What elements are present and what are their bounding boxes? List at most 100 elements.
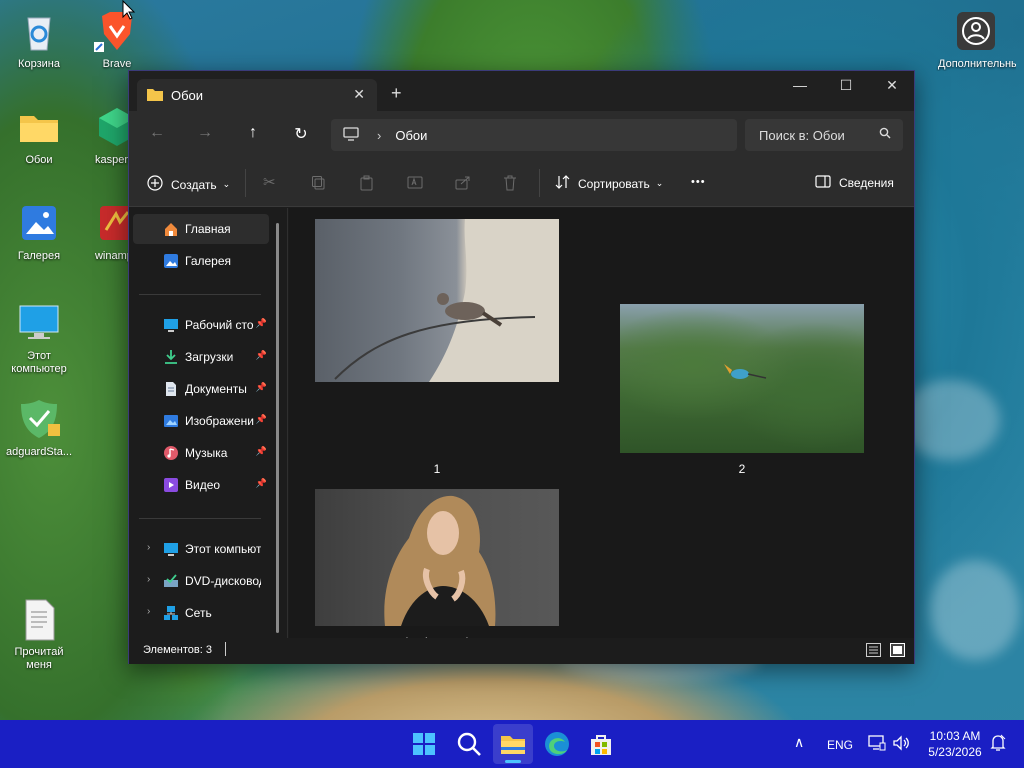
store-icon[interactable]: [587, 730, 615, 758]
volume-icon[interactable]: [892, 734, 910, 755]
title-bar[interactable]: Обои ✕ + — ☐ ✕: [129, 71, 914, 111]
copy-icon[interactable]: [311, 175, 326, 190]
desktop-icon-label: Этот компьютер: [11, 350, 67, 375]
file-explorer-window: Обои ✕ + — ☐ ✕ ← → ↑ ↻ › Обои Поиск в: О…: [128, 70, 915, 664]
delete-icon[interactable]: [503, 175, 517, 191]
active-indicator: [505, 760, 521, 763]
maximize-icon[interactable]: ☐: [823, 77, 869, 94]
close-tab-icon[interactable]: ✕: [353, 86, 365, 103]
thumbnail-image-2[interactable]: [620, 304, 864, 453]
tab-title: Обои: [171, 87, 204, 103]
search-placeholder: Поиск в: Обои: [759, 127, 845, 143]
share-icon[interactable]: [455, 175, 471, 190]
music-icon: [163, 445, 179, 461]
mouse-cursor-icon: [122, 0, 136, 23]
divider: [539, 169, 540, 197]
details-view-icon[interactable]: [866, 643, 881, 660]
sidebar-item-gallery[interactable]: Галерея: [133, 246, 269, 276]
chevron-down-icon: ⌄: [655, 178, 664, 188]
desktop-icon-more-info[interactable]: Дополнительные сведения о...: [936, 8, 1016, 71]
language-indicator[interactable]: ENG: [827, 738, 853, 752]
clock[interactable]: 10:03 AM 5/23/2026: [918, 729, 992, 759]
sidebar-item-dvd[interactable]: › DVD-дисковод (: [133, 566, 269, 596]
chevron-right-icon[interactable]: ›: [147, 574, 150, 585]
sidebar-item-label: Изображени: [185, 414, 254, 428]
divider: [139, 518, 261, 519]
details-pane-button[interactable]: Сведения: [815, 175, 894, 191]
desktop-icon-gallery[interactable]: Галерея: [0, 200, 78, 263]
start-button[interactable]: [410, 730, 438, 758]
desktop-icon-recycle-bin[interactable]: Корзина: [0, 8, 78, 71]
chevron-right-icon[interactable]: ›: [147, 542, 150, 553]
sidebar-item-this-pc[interactable]: › Этот компьюте: [133, 534, 269, 564]
desktop-icon-this-pc[interactable]: Этот компьютер: [0, 300, 78, 376]
refresh-icon[interactable]: ↻: [289, 124, 313, 144]
plus-circle-icon: [147, 175, 163, 194]
pin-icon: 📌: [255, 446, 267, 456]
sidebar-item-label: Загрузки: [185, 350, 234, 364]
sidebar-item-pictures[interactable]: Изображени 📌: [133, 406, 269, 436]
notification-bell-icon[interactable]: [990, 734, 1006, 755]
desktop-icon-wallpapers-folder[interactable]: Обои: [0, 104, 78, 167]
sidebar-item-label: Рабочий сто: [185, 318, 254, 332]
download-icon: [163, 349, 179, 365]
network-status-icon[interactable]: [868, 734, 886, 755]
sidebar-item-label: Видео: [185, 478, 221, 492]
sidebar-item-desktop[interactable]: Рабочий сто 📌: [133, 310, 269, 340]
show-hidden-icons-chevron-icon[interactable]: ∧: [794, 734, 804, 751]
tab-wallpapers[interactable]: Обои ✕: [137, 79, 377, 111]
desktop-icon-readme[interactable]: Прочитай меня: [0, 596, 78, 672]
sidebar-item-network[interactable]: › Сеть: [133, 598, 269, 628]
taskbar: ∧ ENG 10:03 AM 5/23/2026: [0, 720, 1024, 768]
up-arrow-icon[interactable]: ↑: [241, 124, 265, 142]
minimize-icon[interactable]: —: [777, 77, 823, 93]
sidebar-item-music[interactable]: Музыка 📌: [133, 438, 269, 468]
desktop-icon-adguard[interactable]: adguardSta...: [0, 396, 78, 459]
search-input[interactable]: Поиск в: Обои: [745, 119, 903, 151]
thumbnail-image-1[interactable]: [315, 219, 559, 382]
search-taskbar-icon[interactable]: [455, 730, 483, 758]
sidebar-item-label: Документы: [185, 382, 247, 396]
desktop-icon-label: Дополнительные сведения о...: [938, 58, 1016, 70]
desktop-icon-label: Галерея: [17, 250, 61, 262]
sort-arrows-icon: [555, 175, 571, 192]
sidebar-item-home[interactable]: Главная: [133, 214, 269, 244]
desktop-icon-brave[interactable]: Brave: [78, 8, 156, 71]
chevron-down-icon: ⌄: [222, 179, 231, 189]
pane-splitter[interactable]: [287, 208, 288, 638]
forward-arrow-icon[interactable]: →: [193, 124, 217, 142]
details-label: Сведения: [839, 176, 894, 190]
desktop-icon-label: adguardSta...: [5, 446, 73, 458]
cut-icon[interactable]: ✂: [263, 173, 276, 191]
sort-button[interactable]: Сортировать ⌄: [555, 175, 663, 192]
desktop-icon-label: Прочитай меня: [14, 646, 64, 671]
create-button[interactable]: Создать ⌄: [147, 175, 230, 194]
sidebar-item-downloads[interactable]: Загрузки 📌: [133, 342, 269, 372]
large-icons-view-icon[interactable]: [890, 643, 905, 660]
this-pc-icon: [343, 126, 359, 144]
rename-icon[interactable]: [407, 175, 423, 190]
thumbnail-image-background[interactable]: [315, 489, 559, 626]
sidebar-item-video[interactable]: Видео 📌: [133, 470, 269, 500]
new-tab-button[interactable]: +: [391, 83, 402, 104]
edge-icon[interactable]: [543, 730, 571, 758]
breadcrumb[interactable]: Обои: [395, 128, 427, 143]
chevron-right-icon[interactable]: ›: [147, 606, 150, 617]
pin-icon: 📌: [255, 414, 267, 424]
paste-icon[interactable]: [359, 175, 374, 191]
desktop-icon-label: Корзина: [18, 58, 60, 70]
wallpaper-wave: [930, 560, 1020, 660]
sidebar-item-documents[interactable]: Документы 📌: [133, 374, 269, 404]
sidebar-item-label: Главная: [185, 222, 231, 236]
clock-date: 5/23/2026: [928, 745, 982, 759]
sidebar-scrollbar[interactable]: [276, 223, 279, 633]
folder-icon: [16, 104, 62, 150]
folder-icon: [147, 87, 163, 104]
file-list: 1 2 background: [289, 208, 914, 649]
address-bar[interactable]: › Обои: [331, 119, 737, 151]
back-arrow-icon[interactable]: ←: [145, 124, 169, 142]
more-options-button[interactable]: •••: [691, 176, 706, 188]
close-window-icon[interactable]: ✕: [869, 77, 915, 94]
sidebar-item-label: Музыка: [185, 446, 228, 460]
file-explorer-taskbar-button[interactable]: [493, 724, 533, 764]
